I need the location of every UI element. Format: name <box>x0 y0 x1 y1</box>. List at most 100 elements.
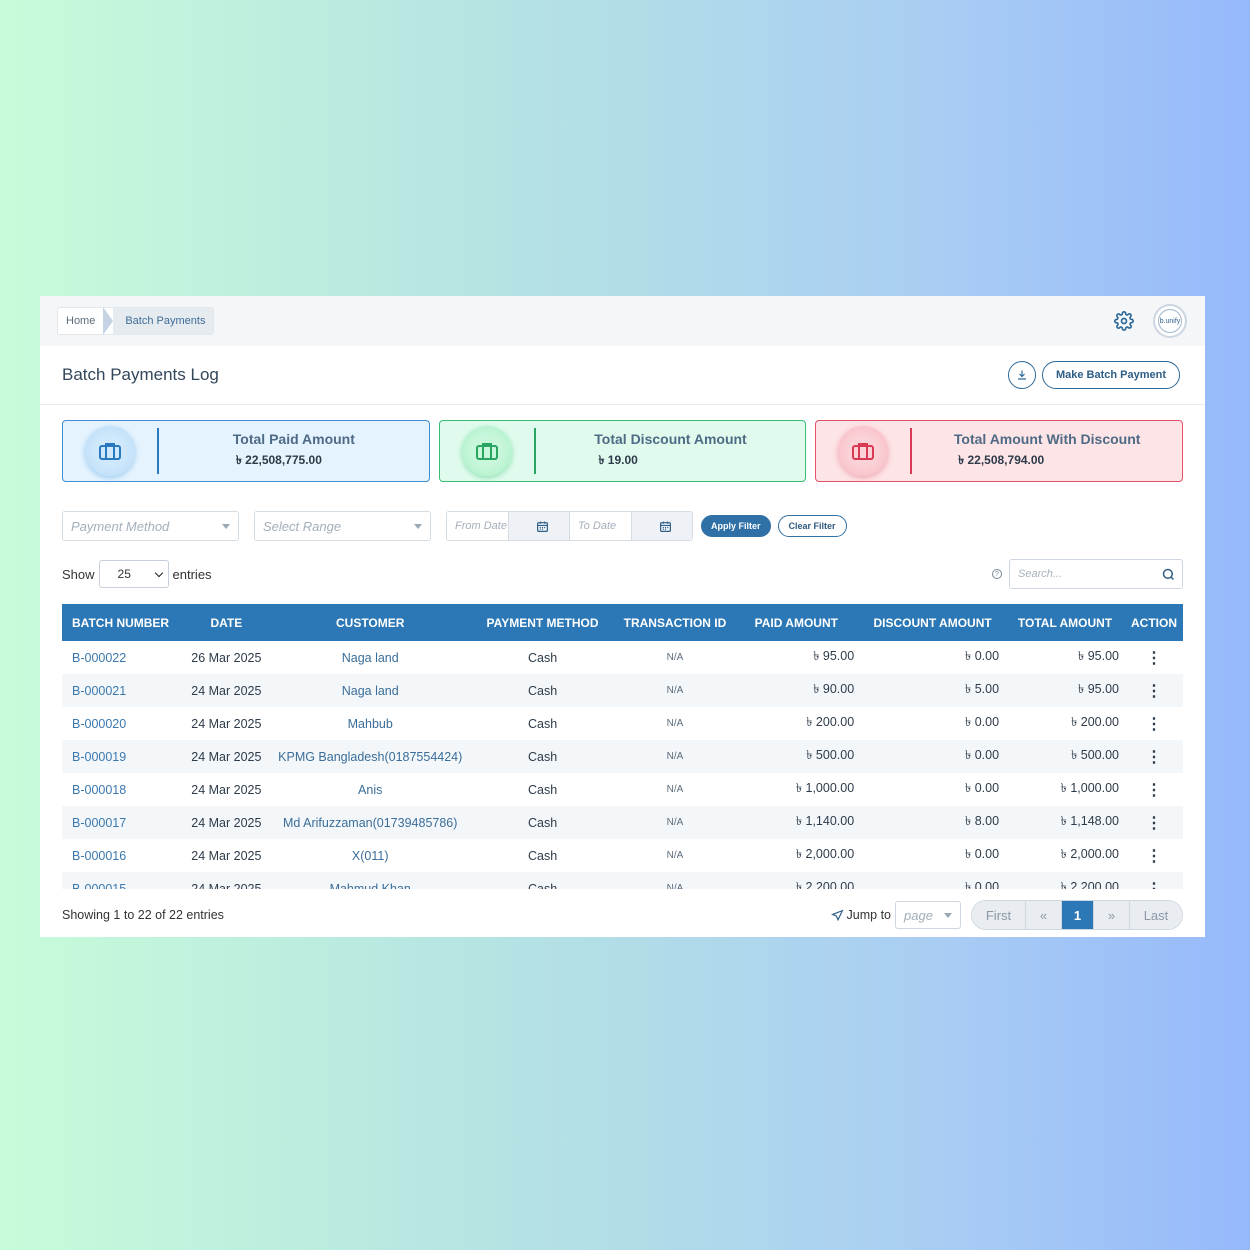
payment-method-placeholder: Payment Method <box>71 518 170 534</box>
column-header[interactable]: DISCOUNT AMOUNT <box>860 604 1006 641</box>
batch-number-link[interactable]: B-000015 <box>62 872 180 889</box>
batch-number-link[interactable]: B-000018 <box>62 773 180 806</box>
chevron-down-icon <box>154 568 163 577</box>
jump-to-label: Jump to <box>830 908 891 922</box>
batch-number-link[interactable]: B-000017 <box>62 806 180 839</box>
payment-method-cell: Cash <box>467 806 618 839</box>
apply-filter-button[interactable]: Apply Filter <box>701 515 771 537</box>
clear-filter-button[interactable]: Clear Filter <box>777 515 847 537</box>
column-header[interactable]: PAYMENT METHOD <box>467 604 618 641</box>
card-value: ৳ 22,508,794.00 <box>958 452 1045 467</box>
customer-link[interactable]: Md Arifuzzaman(01739485786) <box>272 806 468 839</box>
customer-link[interactable]: Mahmud Khan <box>272 872 468 889</box>
transaction-id-cell: N/A <box>617 674 733 707</box>
search-input[interactable]: Search... <box>1009 559 1183 589</box>
total-amount-cell: ৳ 2,200.00 <box>1005 872 1125 889</box>
more-actions-icon[interactable]: ⋮ <box>1125 806 1183 839</box>
caret-down-icon <box>414 523 422 529</box>
entries-info: Showing 1 to 22 of 22 entries <box>62 908 224 922</box>
page-header: Batch Payments Log Make Batch Payment <box>40 346 1205 405</box>
current-page-button[interactable]: 1 <box>1062 901 1094 929</box>
payment-method-select[interactable]: Payment Method <box>62 511 239 541</box>
date-cell: 24 Mar 2025 <box>191 782 262 797</box>
search-placeholder: Search... <box>1018 568 1063 580</box>
customer-link[interactable]: KPMG Bangladesh(0187554424) <box>272 740 468 773</box>
column-header[interactable]: TOTAL AMOUNT <box>1005 604 1125 641</box>
from-date-input[interactable]: From Date <box>446 511 570 541</box>
table-row: B-000020 24 Mar 2025 Mahbub Cash N/A ৳ 200.00… <box>62 707 1183 740</box>
breadcrumb-current: Batch Payments <box>113 308 214 334</box>
calendar-icon[interactable] <box>507 512 569 540</box>
transaction-id-cell: N/A <box>617 806 733 839</box>
show-label: Show <box>62 566 95 582</box>
total-amount-cell: ৳ 2,000.00 <box>1060 846 1119 861</box>
user-avatar[interactable]: b.unify <box>1153 304 1187 338</box>
breadcrumb-home[interactable]: Home <box>58 308 103 334</box>
card-label: Total Paid Amount <box>232 430 355 447</box>
total-discount-card: Total Discount Amount ৳ 19.00 <box>438 420 807 482</box>
briefcase-icon <box>85 426 135 476</box>
more-actions-icon[interactable]: ⋮ <box>1125 674 1183 707</box>
payment-method-cell: Cash <box>527 782 558 797</box>
batch-number-link[interactable]: B-000020 <box>62 707 180 740</box>
column-header[interactable]: DATE <box>179 604 273 641</box>
total-paid-card: Total Paid Amount ৳ 22,508,775.00 <box>62 420 430 482</box>
more-actions-icon[interactable]: ⋮ <box>1125 740 1183 773</box>
jump-page-select[interactable]: page <box>895 901 961 929</box>
column-header[interactable]: TRANSACTION ID <box>617 604 733 641</box>
transaction-id-cell: N/A <box>666 850 684 861</box>
total-amount-cell: ৳ 200.00 <box>1071 714 1119 729</box>
download-button[interactable] <box>1007 361 1036 389</box>
batch-number-link[interactable]: B-000016 <box>62 839 180 872</box>
more-actions-icon[interactable]: ⋮ <box>1125 872 1183 889</box>
last-page-button[interactable]: Last <box>1130 901 1182 929</box>
batch-number-link[interactable]: B-000021 <box>62 674 180 707</box>
paid-amount-cell: ৳ 500.00 <box>732 740 861 773</box>
calendar-icon[interactable] <box>630 512 692 540</box>
date-cell: 26 Mar 2025 <box>191 650 262 665</box>
help-icon[interactable]: ? <box>992 569 1002 579</box>
download-icon <box>1017 370 1026 380</box>
paid-amount-cell: ৳ 2,000.00 <box>795 846 855 861</box>
batch-number-link[interactable]: B-000019 <box>62 740 180 773</box>
card-label: Total Discount Amount <box>594 430 747 447</box>
previous-page-button[interactable]: « <box>1026 901 1062 929</box>
entries-per-page-select[interactable]: 25 <box>98 560 169 588</box>
entries-label: entries <box>172 566 212 582</box>
customer-link[interactable]: Naga land <box>273 641 468 674</box>
column-header: ACTION <box>1125 604 1183 641</box>
date-cell: 24 Mar 2025 <box>179 806 273 839</box>
column-header[interactable]: PAID AMOUNT <box>732 604 861 641</box>
batch-number-link[interactable]: B-000022 <box>62 641 180 674</box>
more-actions-icon[interactable]: ⋮ <box>1125 707 1183 740</box>
top-bar: Home Batch Payments b.unify <box>40 296 1205 346</box>
entries-value: 25 <box>117 567 131 581</box>
transaction-id-cell: N/A <box>666 784 684 795</box>
more-actions-icon[interactable]: ⋮ <box>1125 839 1183 872</box>
column-header[interactable]: BATCH NUMBER <box>62 604 180 641</box>
make-batch-payment-button[interactable]: Make Batch Payment <box>1041 361 1180 389</box>
send-arrow-icon <box>830 909 844 921</box>
card-label: Total Amount With Discount <box>953 430 1141 447</box>
select-range-select[interactable]: Select Range <box>254 511 431 541</box>
customer-link[interactable]: Naga land <box>272 674 468 707</box>
table-row: B-000021 24 Mar 2025 Naga land Cash N/A ৳ 90.… <box>62 674 1183 707</box>
payment-method-cell: Cash <box>527 716 558 731</box>
customer-link[interactable]: Anis <box>273 773 468 806</box>
briefcase-icon <box>838 426 889 476</box>
discount-amount-cell: ৳ 0.00 <box>860 740 1006 773</box>
customer-link[interactable]: Mahbub <box>273 707 468 740</box>
next-page-button[interactable]: » <box>1094 901 1130 929</box>
payment-method-cell: Cash <box>467 872 618 889</box>
to-date-placeholder: To Date <box>578 520 617 532</box>
transaction-id-cell: N/A <box>617 872 733 889</box>
settings-gear-icon[interactable] <box>1113 310 1135 332</box>
more-actions-icon[interactable]: ⋮ <box>1125 641 1183 674</box>
customer-link[interactable]: X(011) <box>273 839 468 872</box>
more-actions-icon[interactable]: ⋮ <box>1125 773 1183 806</box>
column-header[interactable]: CUSTOMER <box>272 604 468 641</box>
to-date-input[interactable]: To Date <box>570 511 693 541</box>
paid-amount-cell: ৳ 90.00 <box>732 674 861 707</box>
first-page-button[interactable]: First <box>972 901 1026 929</box>
discount-amount-cell: ৳ 0.00 <box>965 846 1000 861</box>
